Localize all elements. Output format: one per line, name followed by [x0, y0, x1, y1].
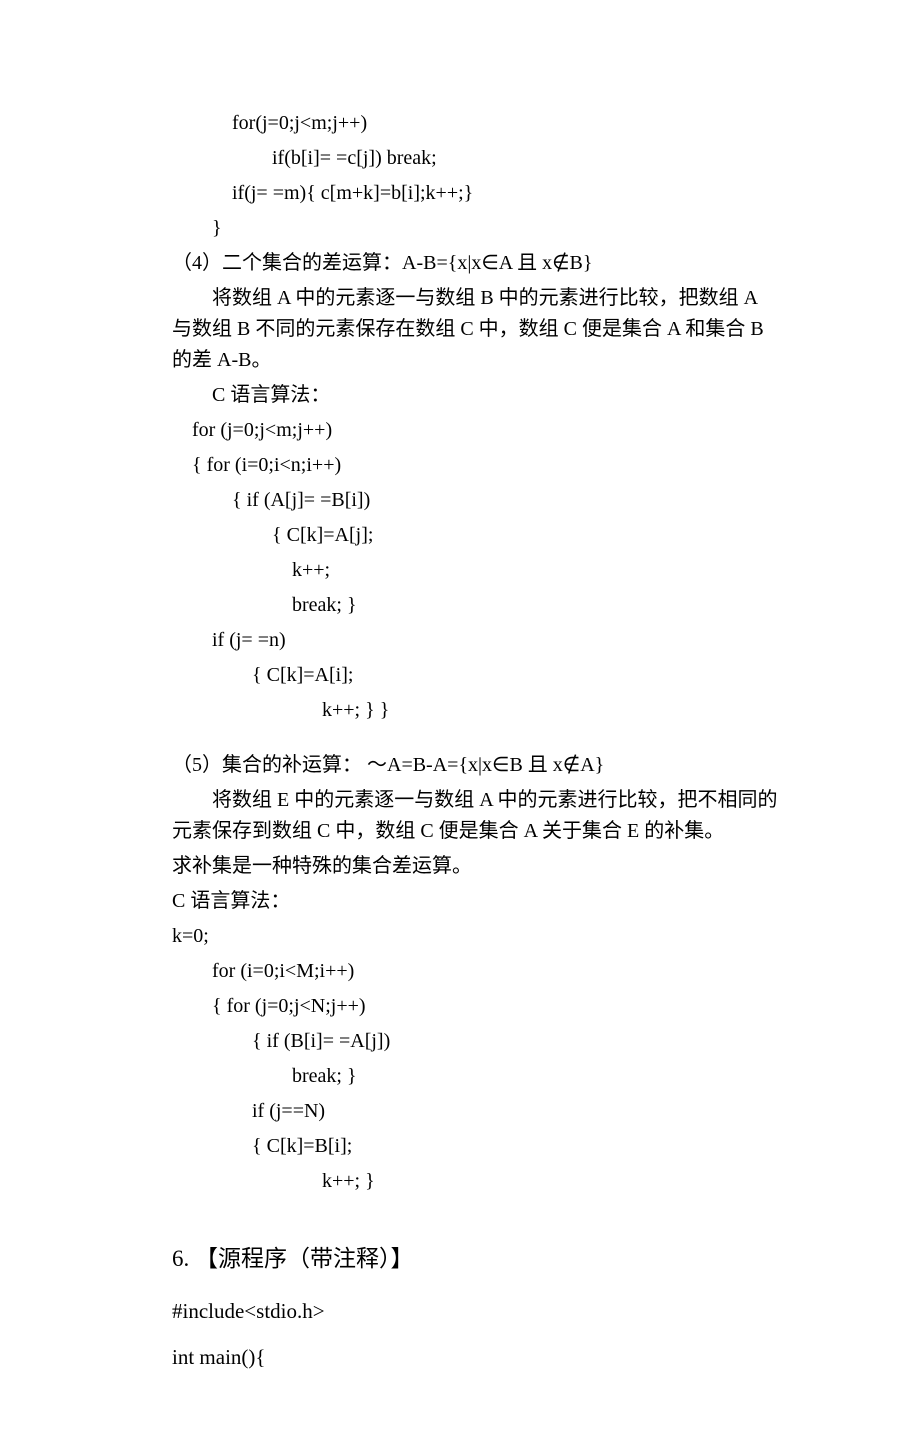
code-line: if(j= =m){ c[m+k]=b[i];k++;} [232, 178, 782, 209]
code-line: { C[k]=A[j]; [272, 520, 782, 551]
code-line: { C[k]=B[i]; [252, 1131, 782, 1162]
code-line: #include<stdio.h> [172, 1295, 782, 1328]
paragraph: （5）集合的补运算： ～A=B-A={x|x∈B 且 x∉A} [172, 750, 782, 781]
code-line: } [212, 213, 782, 244]
page-content: for(j=0;j<m;j++) if(b[i]= =c[j]) break; … [0, 0, 920, 1448]
code-line: int main(){ [172, 1341, 782, 1374]
code-line: { for (j=0;j<N;j++) [212, 991, 782, 1022]
code-line: if (j= =n) [212, 625, 782, 656]
code-line: break; } [292, 1061, 782, 1092]
code-line: { if (B[i]= =A[j]) [252, 1026, 782, 1057]
code-line: for (j=0;j<m;j++) [192, 415, 782, 446]
paragraph: C 语言算法： [212, 380, 782, 411]
code-line: { if (A[j]= =B[i]) [232, 485, 782, 516]
code-line: break; } [292, 590, 782, 621]
paragraph: C 语言算法： [172, 886, 782, 917]
code-line: k++; [292, 555, 782, 586]
code-line: { for (i=0;i<n;i++) [192, 450, 782, 481]
code-line: for (i=0;i<M;i++) [212, 956, 782, 987]
code-line: { C[k]=A[i]; [252, 660, 782, 691]
paragraph: 求补集是一种特殊的集合差运算。 [172, 851, 782, 882]
code-line: k++; } } [322, 695, 782, 726]
code-line: for(j=0;j<m;j++) [232, 108, 782, 139]
code-line: if(b[i]= =c[j]) break; [272, 143, 782, 174]
code-line: if (j==N) [252, 1096, 782, 1127]
code-line: k++; } [322, 1166, 782, 1197]
paragraph: 将数组 E 中的元素逐一与数组 A 中的元素进行比较，把不相同的元素保存到数组 … [172, 785, 782, 847]
paragraph: 将数组 A 中的元素逐一与数组 B 中的元素进行比较，把数组 A 与数组 B 不… [172, 283, 782, 376]
code-line: k=0; [172, 921, 782, 952]
section-heading: 6. 【源程序（带注释）】 [172, 1241, 782, 1277]
paragraph: （4）二个集合的差运算：A-B={x|x∈A 且 x∉B} [172, 248, 782, 279]
